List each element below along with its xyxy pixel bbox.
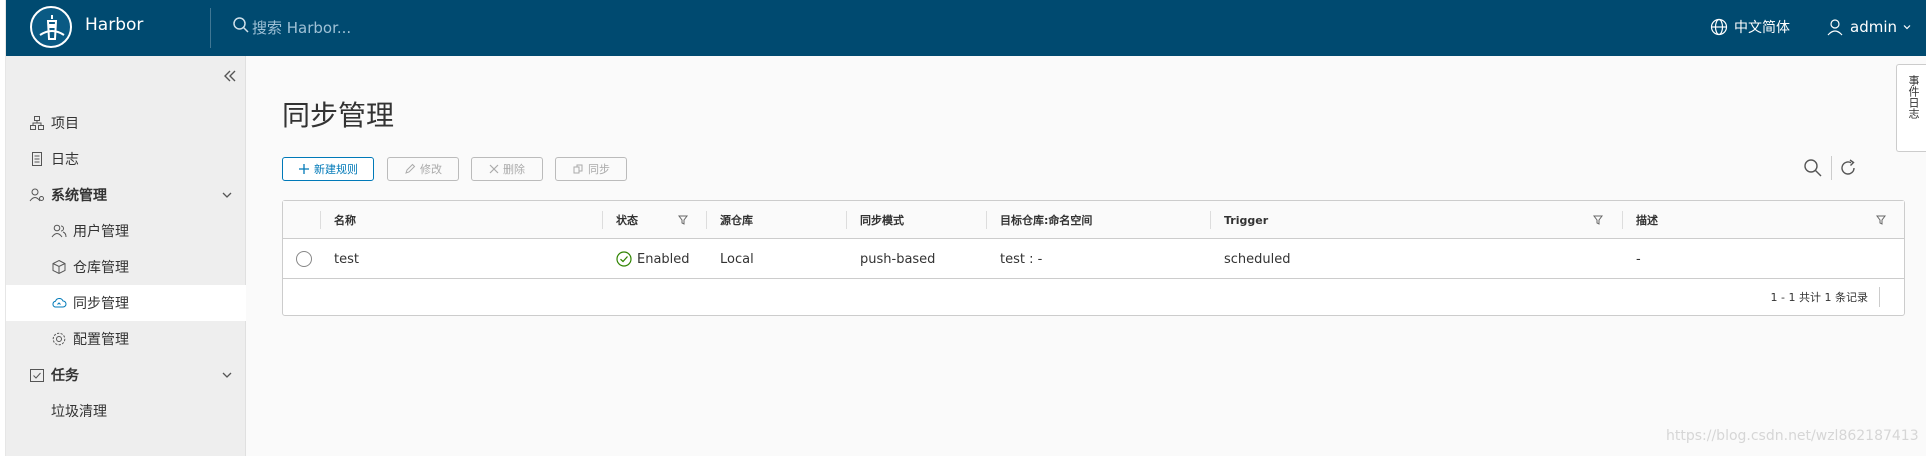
sidebar-group-system-admin[interactable]: 系统管理: [6, 177, 246, 213]
new-rule-label: 新建规则: [314, 164, 358, 176]
page-title: 同步管理: [282, 99, 395, 132]
pencil-icon: [405, 163, 416, 174]
cell-source: Local: [720, 251, 754, 267]
cell-mode: push-based: [860, 251, 936, 267]
sidebar-item-label: 配置管理: [73, 332, 129, 348]
replicate-icon: [573, 164, 583, 174]
username-label: admin: [1850, 18, 1897, 36]
sidebar-item-registries[interactable]: 仓库管理: [6, 249, 246, 285]
filter-icon[interactable]: [1593, 215, 1603, 225]
edit-button[interactable]: 修改: [387, 157, 459, 181]
search-icon[interactable]: [1803, 158, 1823, 178]
cell-target: test : -: [1000, 251, 1043, 267]
replication-rules-table: 名称 状态 源仓库 同步模式 目标仓库:命名空间 Trigger 描述 test: [282, 200, 1905, 316]
sidebar-item-replications[interactable]: 同步管理: [6, 285, 246, 321]
registry-icon: [52, 259, 66, 275]
sidebar-item-label: 垃圾清理: [51, 404, 107, 420]
watermark: https://blog.csdn.net/wzl862187413: [1666, 428, 1919, 444]
column-status[interactable]: 状态: [616, 201, 638, 239]
globe-icon: [1710, 18, 1728, 36]
column-separator: [1622, 211, 1623, 229]
sidebar-item-label: 项目: [51, 116, 79, 132]
column-name[interactable]: 名称: [334, 201, 356, 239]
user-icon: [1827, 19, 1843, 36]
collapse-sidebar-icon[interactable]: [220, 66, 240, 86]
table-header: 名称 状态 源仓库 同步模式 目标仓库:命名空间 Trigger 描述: [283, 201, 1904, 239]
log-icon: [32, 152, 42, 166]
column-separator: [706, 211, 707, 229]
sidebar-item-label: 任务: [51, 368, 79, 384]
sidebar-item-garbage-collection[interactable]: 垃圾清理: [6, 393, 246, 429]
search-icon: [233, 17, 249, 33]
column-separator: [986, 211, 987, 229]
sidebar: 项目 日志 系统管理 用户管理 仓库管理 同步管理 配置管理 任务 垃圾清理: [6, 56, 246, 456]
column-separator: [1210, 211, 1211, 229]
gear-icon: [52, 332, 66, 346]
header-divider: [210, 8, 211, 48]
column-separator: [320, 211, 321, 229]
main-content: 同步管理 新建规则 修改 删除 同步 名称 状态 源仓库 同步模式 目标仓库:命…: [246, 56, 1926, 456]
cell-status: Enabled: [616, 239, 690, 279]
brand-name[interactable]: Harbor: [85, 15, 143, 35]
column-trigger[interactable]: Trigger: [1224, 201, 1268, 239]
refresh-icon[interactable]: [1838, 158, 1858, 178]
check-circle-icon: [616, 251, 632, 267]
sidebar-item-users[interactable]: 用户管理: [6, 213, 246, 249]
table-row[interactable]: test Enabled Local push-based test : - s…: [283, 239, 1904, 279]
search-input[interactable]: [252, 14, 482, 42]
event-log-label: 事件日志: [1907, 75, 1920, 119]
table-footer: 1 - 1 共计 1 条记录: [283, 279, 1904, 315]
chevron-down-icon: [222, 192, 232, 198]
users-icon: [51, 224, 67, 238]
sidebar-item-label: 系统管理: [51, 188, 107, 204]
close-icon: [489, 164, 499, 174]
harbor-logo-icon[interactable]: [30, 6, 72, 48]
system-admin-icon: [29, 188, 44, 202]
chevron-down-icon: [222, 372, 232, 378]
sidebar-item-label: 仓库管理: [73, 260, 129, 276]
filter-icon[interactable]: [678, 215, 688, 225]
pagination-summary: 1 - 1 共计 1 条记录: [1770, 291, 1868, 304]
sidebar-item-logs[interactable]: 日志: [6, 141, 246, 177]
language-selector[interactable]: 中文简体: [1710, 15, 1790, 39]
chevron-down-icon: [1903, 25, 1911, 30]
footer-divider: [1879, 287, 1880, 307]
new-rule-button[interactable]: 新建规则: [282, 157, 374, 181]
plus-icon: [299, 164, 309, 174]
cell-name: test: [334, 251, 359, 267]
column-separator: [846, 211, 847, 229]
sidebar-group-tasks[interactable]: 任务: [6, 357, 246, 393]
cell-description: -: [1636, 251, 1641, 267]
top-header: Harbor 中文简体 admin: [6, 0, 1926, 56]
user-menu[interactable]: admin: [1826, 15, 1911, 39]
column-target[interactable]: 目标仓库:命名空间: [1000, 201, 1092, 239]
project-icon: [30, 116, 44, 130]
column-source[interactable]: 源仓库: [720, 201, 753, 239]
column-separator: [602, 211, 603, 229]
event-log-tab[interactable]: 事件日志: [1896, 64, 1926, 152]
row-select-radio[interactable]: [296, 251, 312, 267]
cell-trigger: scheduled: [1224, 251, 1291, 267]
replicate-label: 同步: [588, 164, 610, 176]
replicate-button[interactable]: 同步: [555, 157, 627, 181]
sidebar-item-label: 用户管理: [73, 224, 129, 240]
column-description[interactable]: 描述: [1636, 201, 1658, 239]
sidebar-item-label: 同步管理: [73, 296, 129, 312]
sidebar-item-configuration[interactable]: 配置管理: [6, 321, 246, 357]
delete-button[interactable]: 删除: [471, 157, 543, 181]
sidebar-item-projects[interactable]: 项目: [6, 105, 246, 141]
task-icon: [30, 369, 44, 382]
global-search[interactable]: [232, 14, 492, 42]
filter-icon[interactable]: [1876, 215, 1886, 225]
language-label: 中文简体: [1734, 20, 1790, 36]
delete-label: 删除: [503, 164, 525, 176]
column-mode[interactable]: 同步模式: [860, 201, 904, 239]
cloud-sync-icon: [52, 297, 67, 308]
status-label: Enabled: [637, 251, 690, 267]
toolbar-divider: [1831, 156, 1832, 180]
edit-label: 修改: [420, 164, 442, 176]
sidebar-item-label: 日志: [51, 152, 79, 168]
